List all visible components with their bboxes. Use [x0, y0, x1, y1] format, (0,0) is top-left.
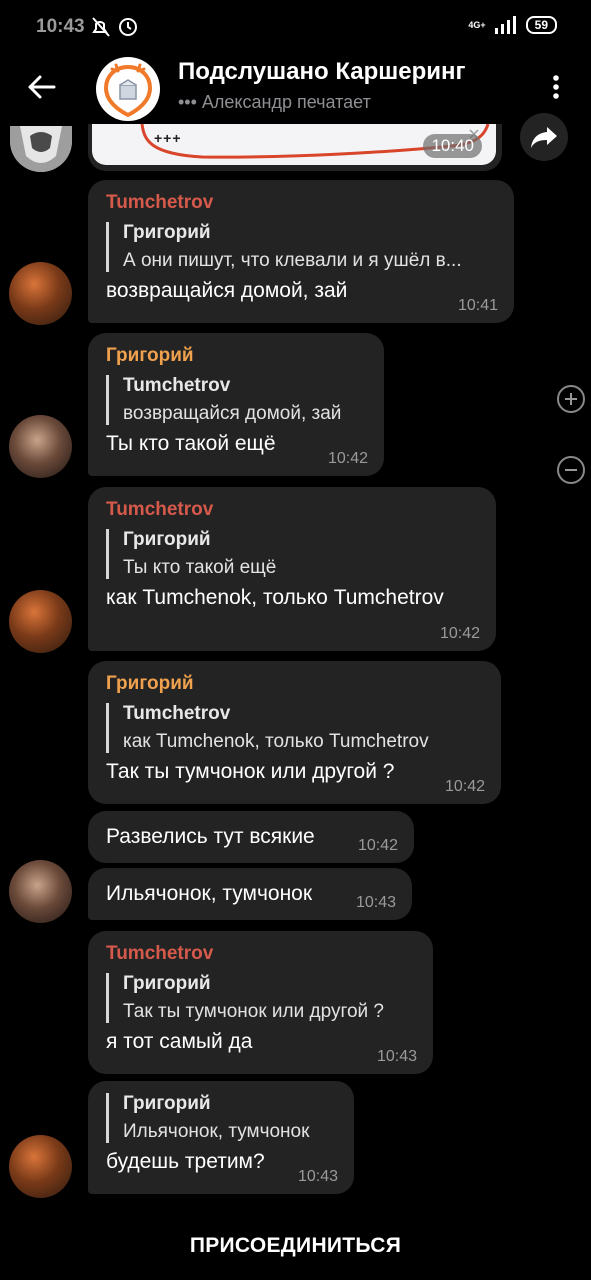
message-text: я тот самый да	[106, 1030, 253, 1053]
reply-author: Григорий	[123, 973, 211, 994]
carsharing-logo-icon	[103, 63, 153, 118]
message-bubble[interactable]: Tumchetrov Григорий А они пишут, что кле…	[88, 180, 514, 323]
message-text: возвращайся домой, зай	[106, 279, 348, 302]
reply-text: А они пишут, что клевали и я ушёл в...	[123, 250, 462, 271]
avatar[interactable]	[9, 590, 72, 653]
message-text: как Tumchenok, только Tumchetrov	[106, 586, 444, 609]
reply-quote[interactable]: Григорий Ты кто такой ещё	[106, 529, 480, 579]
reply-author: Григорий	[123, 222, 211, 243]
message-bubble[interactable]: Григорий Tumchetrov как Tumchenok, тольк…	[88, 661, 501, 804]
reply-author: Григорий	[123, 1093, 211, 1114]
avatar[interactable]	[9, 262, 72, 325]
message-time: 10:40	[423, 134, 482, 158]
sender-name[interactable]: Григорий	[106, 345, 368, 367]
status-right: 4G+ 59	[468, 16, 557, 34]
status-icons	[92, 16, 142, 43]
status-bar: 10:43 4G+ 59	[0, 0, 591, 52]
reply-quote[interactable]: Tumchetrov как Tumchenok, только Tumchet…	[106, 703, 485, 753]
chat-title: Подслушано Каршеринг	[178, 58, 466, 85]
avatar[interactable]	[9, 1135, 72, 1198]
reply-author: Tumchetrov	[123, 375, 231, 396]
join-button[interactable]: ПРИСОЕДИНИТЬСЯ	[0, 1220, 591, 1272]
reply-text: возвращайся домой, зай	[123, 403, 342, 424]
mute-alarm-icon	[92, 17, 137, 37]
share-icon	[531, 127, 557, 148]
sender-name[interactable]: Григорий	[106, 673, 485, 695]
avatar-photo	[10, 126, 72, 172]
message-bubble[interactable]: Tumchetrov Григорий Так ты тумчонок или …	[88, 931, 433, 1074]
avatar[interactable]	[10, 126, 72, 172]
image-message[interactable]: +++ 10:40	[88, 124, 502, 171]
reply-text: Ты кто такой ещё	[123, 557, 277, 578]
message-bubble[interactable]: Ильячонок, тумчонок 10:43	[88, 868, 412, 920]
sender-name[interactable]: Tumchetrov	[106, 192, 498, 214]
message-text: Ильячонок, тумчонок	[106, 882, 313, 905]
reply-text: Ильячонок, тумчонок	[123, 1121, 310, 1142]
message-bubble[interactable]: Развелись тут всякие 10:42	[88, 811, 414, 863]
message-bubble[interactable]: Григорий Tumchetrov возвращайся домой, з…	[88, 333, 384, 476]
reply-quote[interactable]: Григорий Так ты тумчонок или другой ?	[106, 973, 417, 1023]
message-time: 10:43	[297, 1168, 338, 1185]
image-text: +++	[154, 130, 182, 146]
image-preview[interactable]: +++ 10:40	[92, 124, 496, 165]
chat-header: Подслушано Каршеринг ••• Александр печат…	[0, 52, 591, 124]
reply-author: Tumchetrov	[123, 703, 231, 724]
zoom-out-icon[interactable]	[557, 456, 585, 484]
message-time: 10:42	[327, 450, 368, 467]
chat-avatar[interactable]	[96, 57, 160, 121]
reply-text: Так ты тумчонок или другой ?	[123, 1001, 384, 1022]
zoom-in-icon[interactable]	[557, 385, 585, 413]
reply-text: как Tumchenok, только Tumchetrov	[123, 731, 429, 752]
typing-status: ••• Александр печатает	[178, 92, 371, 112]
network-label: 4G+	[468, 20, 486, 30]
reply-quote[interactable]: Григорий Ильячонок, тумчонок	[106, 1093, 338, 1143]
battery-indicator: 59	[525, 16, 557, 34]
more-vert-icon[interactable]	[546, 72, 566, 102]
message-time: 10:42	[439, 625, 480, 642]
message-text: Развелись тут всякие	[106, 825, 315, 848]
message-bubble[interactable]: Tumchetrov Григорий Ты кто такой ещё как…	[88, 487, 496, 651]
share-button[interactable]	[520, 113, 568, 161]
signal-icon	[494, 16, 516, 34]
message-time: 10:43	[376, 1048, 417, 1065]
message-time: 10:41	[457, 297, 498, 314]
reply-quote[interactable]: Tumchetrov возвращайся домой, зай	[106, 375, 368, 425]
reply-quote[interactable]: Григорий А они пишут, что клевали и я уш…	[106, 222, 498, 272]
message-time: 10:43	[355, 894, 396, 911]
reply-author: Григорий	[123, 529, 211, 550]
back-arrow-icon[interactable]	[26, 72, 56, 102]
message-time: 10:42	[444, 778, 485, 795]
message-time: 10:42	[357, 837, 398, 854]
sender-name[interactable]: Tumchetrov	[106, 943, 417, 965]
avatar[interactable]	[9, 860, 72, 923]
message-bubble[interactable]: Григорий Ильячонок, тумчонок будешь трет…	[88, 1081, 354, 1194]
sender-name[interactable]: Tumchetrov	[106, 499, 480, 521]
message-text: Так ты тумчонок или другой ?	[106, 760, 395, 783]
avatar[interactable]	[9, 415, 72, 478]
